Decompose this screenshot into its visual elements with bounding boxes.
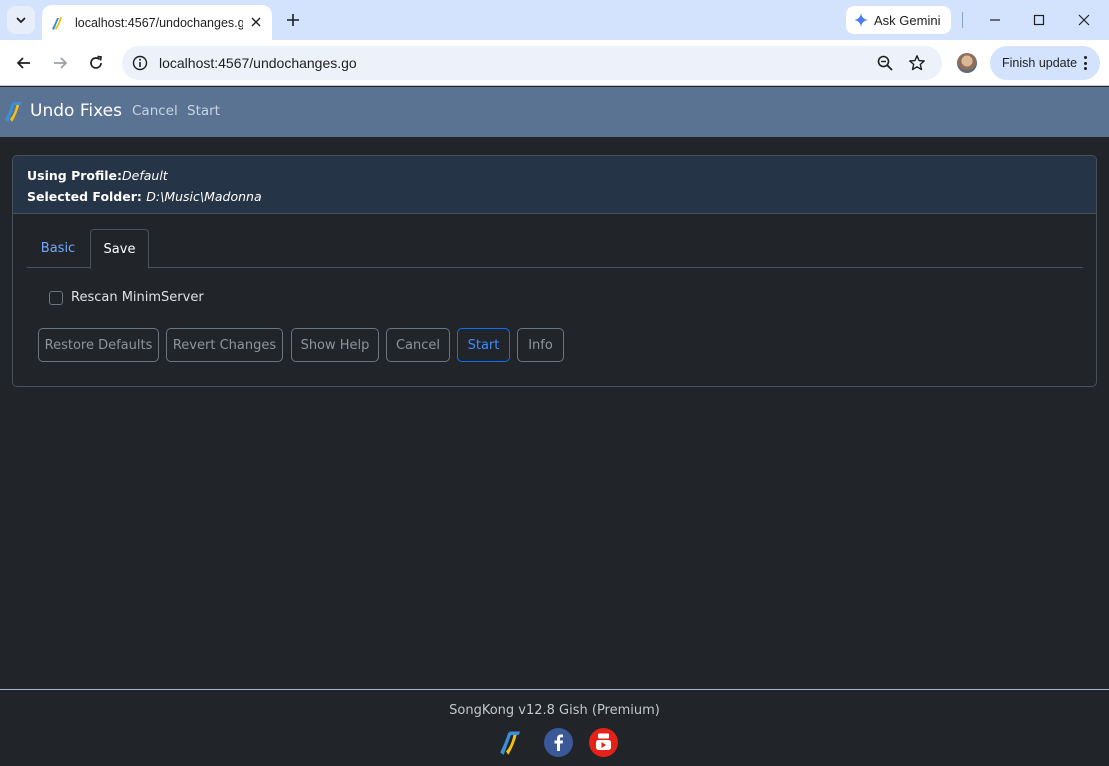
bookmark-star-icon[interactable] [908, 54, 926, 72]
more-menu-icon[interactable] [1083, 56, 1087, 70]
ask-gemini-label: Ask Gemini [874, 12, 941, 28]
close-window-icon[interactable] [1074, 10, 1094, 30]
songkong-logo-icon[interactable] [499, 728, 527, 756]
rescan-minimserver-row[interactable]: Rescan MinimServer [49, 290, 204, 305]
options-tabs: Basic Save [27, 229, 1083, 269]
app-navbar: Undo Fixes Cancel Start [0, 87, 1109, 137]
site-info-icon[interactable] [131, 54, 149, 72]
address-bar[interactable]: localhost:4567/undochanges.go [122, 46, 942, 80]
tab-basic[interactable]: Basic [27, 229, 89, 268]
songkong-favicon-icon [51, 15, 67, 31]
restore-defaults-button[interactable]: Restore Defaults [38, 328, 159, 362]
new-tab-icon[interactable] [283, 10, 303, 30]
facebook-icon[interactable] [544, 728, 573, 757]
youtube-icon[interactable] [589, 728, 618, 757]
footer-social-icons [499, 728, 623, 758]
rescan-minimserver-checkbox[interactable] [49, 290, 63, 305]
app-title: Undo Fixes [30, 101, 122, 121]
zoom-icon[interactable] [876, 54, 894, 72]
tab-save[interactable]: Save [90, 229, 149, 269]
footer: SongKong v12.8 Gish (Premium) [0, 689, 1109, 766]
tabstrip-divider [962, 12, 963, 28]
ask-gemini-button[interactable]: Ask Gemini [846, 6, 951, 34]
maximize-icon[interactable] [1029, 10, 1049, 30]
profile-avatar[interactable] [957, 53, 977, 73]
tab-search-button[interactable] [7, 6, 35, 34]
nav-cancel-link[interactable]: Cancel [132, 103, 178, 119]
chevron-down-icon [16, 17, 26, 24]
browser-tab[interactable]: localhost:4567/undochanges.go [42, 5, 272, 40]
browser-tabstrip: localhost:4567/undochanges.go Ask Gemini [0, 0, 1109, 40]
show-help-button[interactable]: Show Help [291, 328, 379, 362]
reload-icon[interactable] [85, 52, 107, 74]
version-text: SongKong v12.8 Gish (Premium) [449, 703, 660, 718]
gemini-sparkle-icon [854, 13, 868, 27]
close-tab-icon[interactable] [248, 14, 264, 30]
minimize-icon[interactable] [985, 10, 1005, 30]
profile-label: Using Profile: [27, 168, 123, 183]
address-url: localhost:4567/undochanges.go [159, 55, 357, 71]
back-arrow-icon[interactable] [13, 52, 35, 74]
nav-start-link[interactable]: Start [187, 103, 220, 119]
revert-changes-button[interactable]: Revert Changes [166, 328, 283, 362]
card-header: Using Profile:Default Selected Folder: D… [13, 156, 1096, 214]
tab-title: localhost:4567/undochanges.go [75, 15, 243, 30]
profile-value: Default [122, 168, 168, 183]
profile-line: Using Profile:Default [27, 165, 1082, 186]
folder-value: D:\Music\Madonna [146, 189, 262, 204]
info-button[interactable]: Info [517, 328, 564, 362]
browser-toolbar: localhost:4567/undochanges.go Finish upd… [0, 40, 1109, 86]
brand[interactable]: Undo Fixes [4, 99, 122, 123]
undo-fixes-card: Using Profile:Default Selected Folder: D… [12, 155, 1097, 387]
start-button[interactable]: Start [457, 328, 510, 362]
forward-arrow-icon[interactable] [49, 52, 71, 74]
folder-label: Selected Folder: [27, 189, 147, 204]
rescan-minimserver-label[interactable]: Rescan MinimServer [71, 290, 204, 305]
finish-update-button[interactable]: Finish update [990, 46, 1100, 80]
songkong-logo-icon [5, 102, 22, 122]
cancel-button[interactable]: Cancel [386, 328, 450, 362]
finish-update-label: Finish update [1002, 56, 1078, 70]
folder-line: Selected Folder: D:\Music\Madonna [27, 186, 1082, 207]
